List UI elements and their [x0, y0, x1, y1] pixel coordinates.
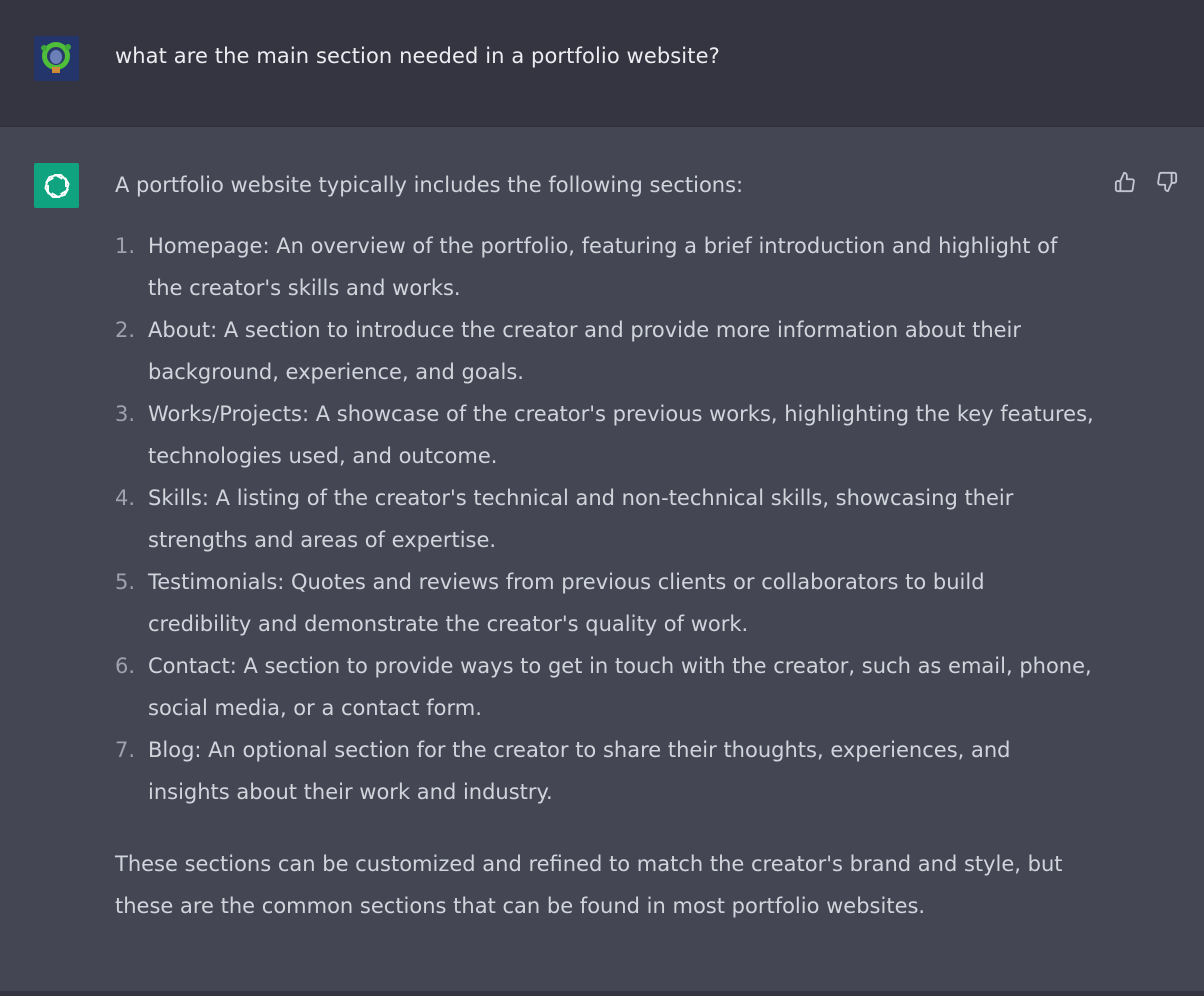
list-item: 6. Contact: A section to provide ways to … — [115, 645, 1100, 729]
sections-list: 1. Homepage: An overview of the portfolio… — [115, 225, 1100, 813]
list-item-text: Testimonials: Quotes and reviews from pr… — [148, 570, 985, 594]
list-item-text: Homepage: An overview of the portfolio, … — [148, 234, 1058, 258]
thumbs-down-icon — [1157, 171, 1178, 193]
list-item-number: 4. — [115, 486, 136, 510]
thumbs-up-icon — [1114, 171, 1135, 193]
list-item-text: background, experience, and goals. — [148, 360, 524, 384]
list-item-text: Skills: A listing of the creator's techn… — [148, 486, 1014, 510]
assistant-message-row: A portfolio website typically includes t… — [0, 127, 1204, 991]
list-item: 3. Works/Projects: A showcase of the crea… — [115, 393, 1100, 477]
list-item: 4. Skills: A listing of the creator's tec… — [115, 477, 1100, 561]
list-item-text: insights about their work and industry. — [148, 780, 553, 804]
assistant-message-content: A portfolio website typically includes t… — [115, 169, 1100, 927]
bottom-divider — [0, 991, 1204, 996]
outro-text: These sections can be customized and ref… — [115, 843, 1100, 927]
intro-text: A portfolio website typically includes t… — [115, 173, 744, 197]
list-item-number: 1. — [115, 234, 136, 258]
list-item-number: 3. — [115, 402, 136, 426]
outro-line: These sections can be customized and ref… — [115, 852, 1063, 876]
user-avatar-icon — [34, 36, 79, 81]
list-item-text: Contact: A section to provide ways to ge… — [148, 654, 1092, 678]
list-item: 2. About: A section to introduce the crea… — [115, 309, 1100, 393]
outro-line: these are the common sections that can b… — [115, 894, 926, 918]
list-item-number: 2. — [115, 318, 136, 342]
thumbs-up-button[interactable] — [1112, 169, 1138, 195]
list-item-text: Blog: An optional section for the creato… — [148, 738, 1011, 762]
list-item: 1. Homepage: An overview of the portfolio… — [115, 225, 1100, 309]
list-item-text: technologies used, and outcome. — [148, 444, 498, 468]
list-item: 5. Testimonials: Quotes and reviews from … — [115, 561, 1100, 645]
thumbs-down-button[interactable] — [1154, 169, 1180, 195]
list-item-text: the creator's skills and works. — [148, 276, 461, 300]
list-item-text: strengths and areas of expertise. — [148, 528, 497, 552]
user-message-row: what are the main section needed in a po… — [0, 0, 1204, 127]
openai-logo-icon — [34, 163, 79, 208]
list-item-number: 5. — [115, 570, 136, 594]
list-item: 7. Blog: An optional section for the crea… — [115, 729, 1100, 813]
list-item-number: 6. — [115, 654, 136, 678]
list-item-number: 7. — [115, 738, 136, 762]
user-message-text: what are the main section needed in a po… — [115, 44, 720, 68]
list-item-text: social media, or a contact form. — [148, 696, 482, 720]
list-item-text: credibility and demonstrate the creator'… — [148, 612, 749, 636]
list-item-text: About: A section to introduce the creato… — [148, 318, 1022, 342]
list-item-text: Works/Projects: A showcase of the creato… — [148, 402, 1094, 426]
